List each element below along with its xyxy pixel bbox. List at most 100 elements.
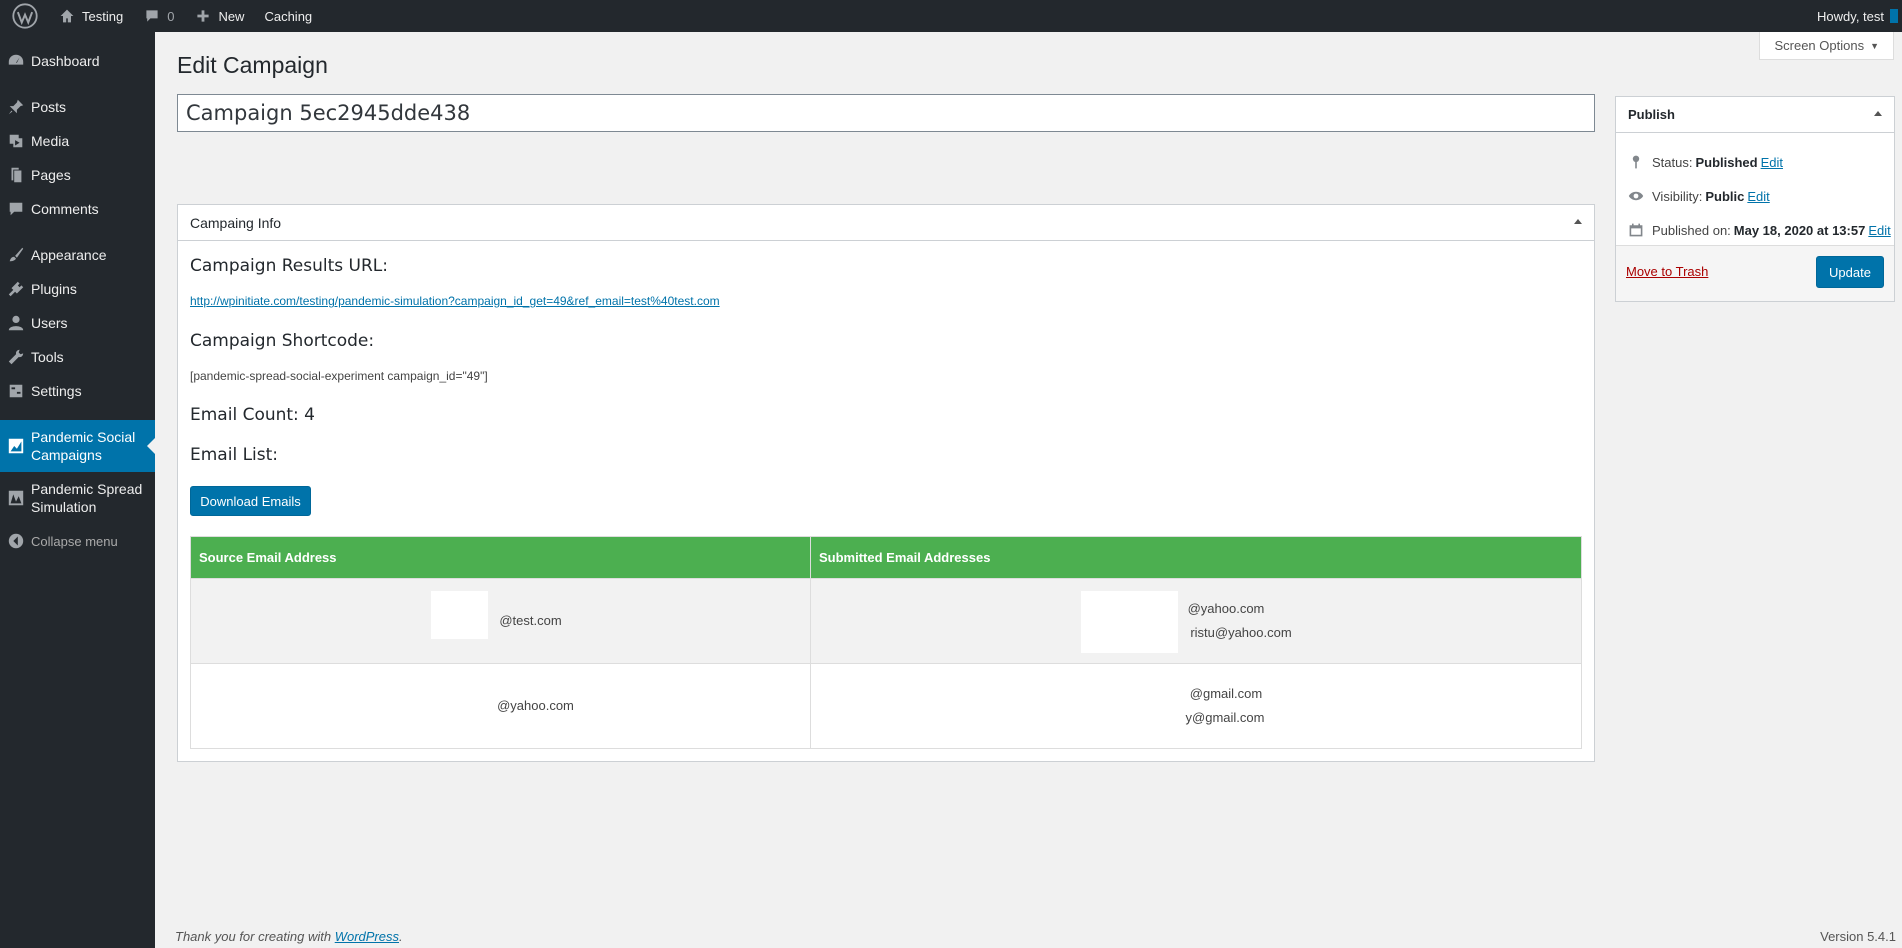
collapse-label: Collapse menu xyxy=(31,533,118,549)
menu-item-tools[interactable]: Tools xyxy=(0,340,155,374)
table-header-submitted: Submitted Email Addresses xyxy=(810,536,1582,579)
status-label: Status: xyxy=(1652,154,1693,170)
redaction-mask xyxy=(431,591,488,639)
download-emails-button[interactable]: Download Emails xyxy=(190,486,311,516)
update-button[interactable]: Update xyxy=(1816,256,1884,288)
menu-item-settings[interactable]: Settings xyxy=(0,374,155,408)
footer-version: Version 5.4.1 xyxy=(1820,929,1896,944)
menu-label: Pandemic Social Campaigns xyxy=(31,429,136,463)
submitted-emails-cell: @gmail.com y@gmail.com xyxy=(810,663,1582,749)
admin-menu: Dashboard Posts Media Pages Comments App… xyxy=(0,32,155,948)
paintbrush-icon xyxy=(6,245,26,265)
menu-label: Dashboard xyxy=(31,53,100,69)
screen-options-label: Screen Options xyxy=(1774,38,1865,53)
my-account-link[interactable]: Howdy, test xyxy=(1807,0,1902,32)
submitted-email: @gmail.com xyxy=(1189,686,1263,701)
post-title-value: Campaign 5ec2945dde438 xyxy=(186,101,471,125)
source-email-cell: @yahoo.com xyxy=(190,663,811,749)
caching-link[interactable]: Caching xyxy=(254,0,322,32)
source-email: @yahoo.com xyxy=(497,698,574,713)
publish-heading: Publish xyxy=(1628,107,1675,122)
settings-icon xyxy=(6,381,26,401)
menu-item-pages[interactable]: Pages xyxy=(0,158,155,192)
post-title-input[interactable]: Campaign 5ec2945dde438 xyxy=(177,94,1595,132)
menu-item-posts[interactable]: Posts xyxy=(0,90,155,124)
menu-label: Users xyxy=(31,315,68,331)
published-on-label: Published on: xyxy=(1652,222,1731,238)
menu-label: Pandemic Spread Simulation xyxy=(31,481,143,515)
collapse-arrow-icon xyxy=(6,531,26,551)
footer-thanks-suffix: . xyxy=(399,929,403,944)
publish-actions: Move to Trash Update xyxy=(1616,245,1894,301)
visibility-value: Public xyxy=(1705,188,1745,204)
comments-count: 0 xyxy=(167,8,175,24)
campaign-info-box: Campaing Info Campaign Results URL: http… xyxy=(177,204,1595,762)
edit-date-link[interactable]: Edit xyxy=(1868,223,1890,238)
home-icon xyxy=(58,7,76,25)
menu-label: Appearance xyxy=(31,247,107,263)
howdy-text: Howdy, test xyxy=(1817,8,1884,24)
new-label: New xyxy=(218,8,245,24)
menu-item-pandemic-spread-simulation[interactable]: Pandemic Spread Simulation xyxy=(0,472,155,524)
menu-item-pandemic-social-campaigns[interactable]: Pandemic Social Campaigns xyxy=(0,420,155,472)
menu-item-comments[interactable]: Comments xyxy=(0,192,155,226)
edit-status-link[interactable]: Edit xyxy=(1761,155,1783,170)
screen-options-button[interactable]: Screen Options ▼ xyxy=(1759,32,1894,60)
published-on-value: May 18, 2020 at 13:57 xyxy=(1733,222,1866,238)
status-row: Status: Published Edit xyxy=(1626,153,1783,171)
users-icon xyxy=(6,313,26,333)
table-row: @test.com @yahoo.com ristu@yahoo.com xyxy=(190,578,1582,664)
menu-item-plugins[interactable]: Plugins xyxy=(0,272,155,306)
wrench-icon xyxy=(6,347,26,367)
results-url-link[interactable]: http://wpinitiate.com/testing/pandemic-s… xyxy=(190,294,720,308)
comments-icon xyxy=(6,199,26,219)
source-email-cell: @test.com xyxy=(190,578,811,664)
avatar xyxy=(1890,9,1898,23)
visibility-label: Visibility: xyxy=(1652,188,1703,204)
edit-visibility-link[interactable]: Edit xyxy=(1747,189,1769,204)
table-row: @yahoo.com @gmail.com y@gmail.com xyxy=(190,663,1582,749)
main-content: Screen Options ▼ Edit Campaign Campaign … xyxy=(155,32,1902,948)
new-content-link[interactable]: New xyxy=(184,0,254,32)
site-name: Testing xyxy=(82,8,124,24)
visibility-row: Visibility: Public Edit xyxy=(1626,187,1770,205)
plus-icon xyxy=(194,7,212,25)
menu-item-media[interactable]: Media xyxy=(0,124,155,158)
site-name-link[interactable]: Testing xyxy=(48,0,133,32)
media-icon xyxy=(6,131,26,151)
toggle-panel-icon[interactable] xyxy=(1574,219,1582,224)
submitted-emails-cell: @yahoo.com ristu@yahoo.com xyxy=(810,578,1582,664)
comments-link[interactable]: 0 xyxy=(133,0,184,32)
redaction-mask xyxy=(1081,591,1178,653)
status-value: Published xyxy=(1695,154,1758,170)
collapse-menu-button[interactable]: Collapse menu xyxy=(0,524,155,558)
page-title: Edit Campaign xyxy=(177,52,328,78)
submitted-email: @yahoo.com xyxy=(1187,601,1265,616)
toggle-panel-icon[interactable] xyxy=(1874,111,1882,116)
email-list-label: Email List: xyxy=(190,445,279,465)
dashboard-icon xyxy=(6,51,26,71)
calendar-icon xyxy=(1626,221,1646,239)
pin-icon xyxy=(1626,153,1646,171)
email-table: Source Email Address Submitted Email Add… xyxy=(190,536,1582,749)
publish-header[interactable]: Publish xyxy=(1616,97,1894,133)
campaign-info-heading: Campaing Info xyxy=(190,214,282,231)
wordpress-link[interactable]: WordPress xyxy=(335,929,399,944)
wordpress-logo-icon[interactable] xyxy=(0,0,48,32)
move-to-trash-link[interactable]: Move to Trash xyxy=(1626,264,1708,279)
menu-item-dashboard[interactable]: Dashboard xyxy=(0,44,155,78)
results-url-label: Campaign Results URL: xyxy=(190,256,388,276)
menu-item-users[interactable]: Users xyxy=(0,306,155,340)
submitted-email: y@gmail.com xyxy=(1185,710,1265,725)
comment-bubble-icon xyxy=(143,7,161,25)
admin-bar: Testing 0 New Caching Howdy, test xyxy=(0,0,1902,32)
table-header-source: Source Email Address xyxy=(190,536,811,579)
caching-label: Caching xyxy=(264,8,313,24)
menu-label: Tools xyxy=(31,349,64,365)
campaign-info-header[interactable]: Campaing Info xyxy=(178,205,1594,241)
publish-box: Publish Status: Published Edit Visibilit… xyxy=(1615,96,1895,302)
footer-thanks-prefix: Thank you for creating with xyxy=(175,929,332,944)
submitted-email: ristu@yahoo.com xyxy=(1190,625,1292,640)
simulation-chart-icon xyxy=(6,488,26,508)
menu-item-appearance[interactable]: Appearance xyxy=(0,238,155,272)
